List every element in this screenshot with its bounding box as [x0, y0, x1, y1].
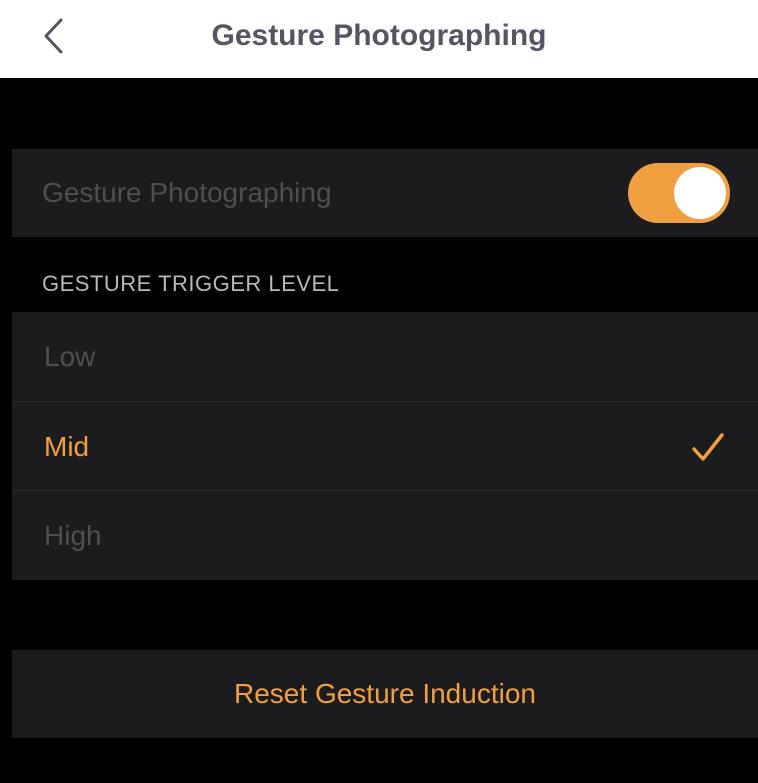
- reset-gesture-induction-label: Reset Gesture Induction: [234, 678, 536, 709]
- gesture-photographing-label: Gesture Photographing: [42, 177, 332, 208]
- trigger-level-section-header: GESTURE TRIGGER LEVEL: [42, 271, 340, 296]
- trigger-level-list: Low Mid High: [12, 312, 758, 580]
- level-option-label: Mid: [44, 431, 90, 462]
- level-option-label: High: [44, 520, 102, 551]
- trigger-level-option-mid[interactable]: Mid: [12, 402, 758, 491]
- toggle-knob: [674, 167, 726, 219]
- gesture-photographing-toggle[interactable]: [628, 163, 730, 223]
- trigger-level-option-high[interactable]: High: [12, 491, 758, 580]
- page-title: Gesture Photographing: [211, 19, 547, 52]
- gesture-photographing-screen: Gesture Photographing Gesture Photograph…: [0, 0, 758, 783]
- gesture-photographing-row: Gesture Photographing: [12, 149, 758, 237]
- navigation-bar: Gesture Photographing: [0, 0, 758, 78]
- trigger-level-option-low[interactable]: Low: [12, 312, 758, 401]
- level-option-label: Low: [44, 341, 96, 372]
- checkmark-icon: [692, 433, 724, 461]
- reset-gesture-induction-button[interactable]: Reset Gesture Induction: [12, 650, 758, 738]
